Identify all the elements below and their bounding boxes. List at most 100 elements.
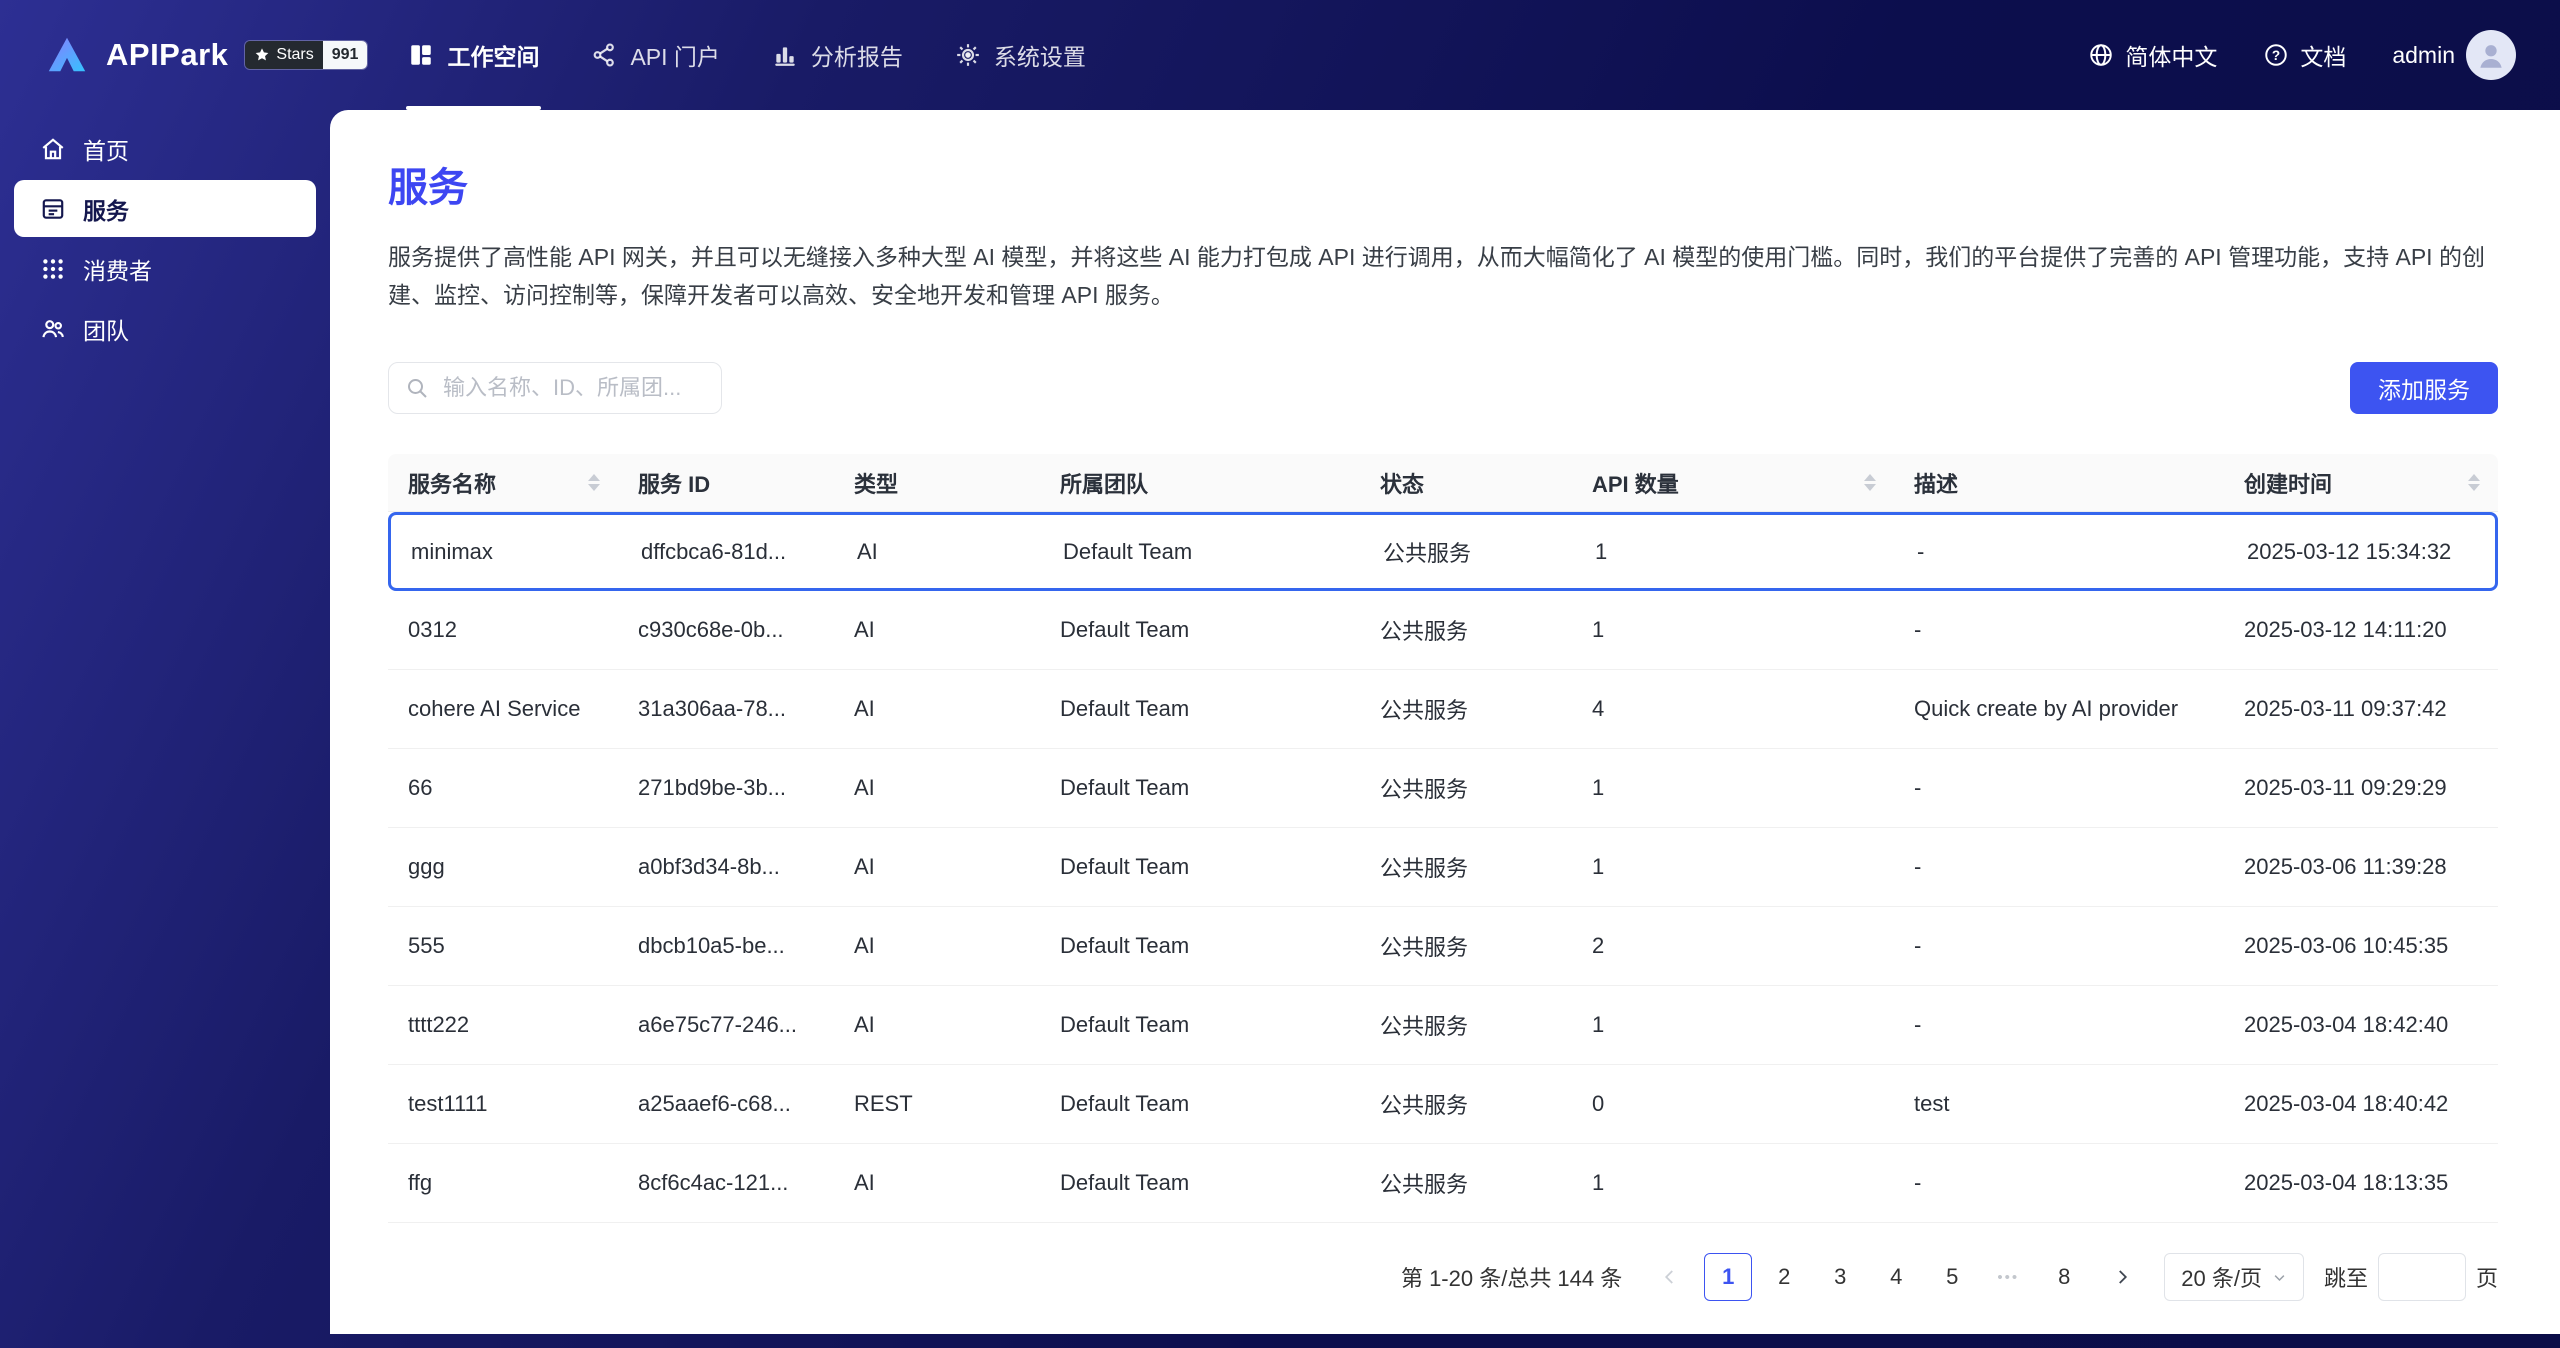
cell-service-id: a0bf3d34-8b...: [638, 854, 780, 879]
pagination-page[interactable]: 5: [1928, 1253, 1976, 1301]
sort-icon[interactable]: [1864, 474, 1876, 491]
sidebar-item-consumers[interactable]: 消费者: [14, 240, 316, 297]
column-header[interactable]: API 数量: [1572, 454, 1894, 511]
analytics-icon: [772, 42, 798, 68]
column-header[interactable]: 创建时间: [2224, 454, 2498, 511]
cell-type: REST: [854, 1091, 913, 1116]
nav-tab-workspace[interactable]: 工作空间: [382, 0, 565, 110]
cell-api-count: 1: [1592, 1012, 1605, 1037]
cell-team: Default Team: [1063, 538, 1193, 564]
sidebar-item-services[interactable]: 服务: [14, 180, 316, 237]
nav-tab-analytics[interactable]: 分析报告: [746, 0, 929, 110]
cell-description: Quick create by AI provider: [1914, 696, 2179, 721]
cell-created-time: 2025-03-04 18:42:40: [2244, 1012, 2449, 1037]
cell-description: -: [1914, 775, 1922, 800]
cell-api-count: 1: [1592, 617, 1605, 642]
cell-type: AI: [854, 854, 875, 879]
brand: APIPark Stars 991: [44, 32, 369, 78]
table-row[interactable]: 555 dbcb10a5-be... AI Default Team 公共服务 …: [388, 907, 2498, 986]
chevron-down-icon: [2272, 1270, 2287, 1285]
cell-type: AI: [854, 1170, 875, 1195]
main-panel: 服务 服务提供了高性能 API 网关，并且可以无缝接入多种大型 AI 模型，并将…: [330, 110, 2560, 1334]
column-header: 描述: [1894, 454, 2224, 511]
docs-link[interactable]: ? 文档: [2263, 38, 2346, 72]
stars-label: Stars: [276, 46, 314, 63]
column-header: 状态: [1360, 454, 1572, 511]
cell-service-name: minimax: [411, 538, 493, 564]
cell-team: Default Team: [1060, 775, 1190, 800]
cell-service-name: 0312: [408, 617, 457, 642]
column-label: 服务名称: [408, 471, 497, 497]
pagination-page[interactable]: 4: [1872, 1253, 1920, 1301]
cell-team: Default Team: [1060, 617, 1190, 642]
cell-description: -: [1914, 933, 1922, 958]
table-row[interactable]: tttt222 a6e75c77-246... AI Default Team …: [388, 986, 2498, 1065]
search-input[interactable]: [388, 362, 722, 414]
jump-suffix-label: 页: [2475, 1266, 2498, 1291]
svg-text:?: ?: [2272, 48, 2280, 63]
cell-team: Default Team: [1060, 854, 1190, 879]
table-row[interactable]: cohere AI Service 31a306aa-78... AI Defa…: [388, 670, 2498, 749]
sidebar-item-label: 消费者: [83, 257, 152, 284]
table-body: minimax dffcbca6-81d... AI Default Team …: [388, 512, 2498, 1223]
cell-service-id: a25aaef6-c68...: [638, 1091, 791, 1116]
services-table: 服务名称 服务 ID 类型 所属团队 状态 API 数量 描述 创建时间 minimax df…: [388, 454, 2498, 1223]
pagination-page[interactable]: 2: [1760, 1253, 1808, 1301]
nav-tab-settings[interactable]: 系统设置: [929, 0, 1112, 110]
github-stars-badge[interactable]: Stars 991: [244, 40, 369, 70]
table-row[interactable]: ffg 8cf6c4ac-121... AI Default Team 公共服务…: [388, 1144, 2498, 1223]
column-header: 类型: [834, 454, 1040, 511]
pagination-next-button[interactable]: [2098, 1253, 2146, 1301]
cell-created-time: 2025-03-06 11:39:28: [2244, 854, 2447, 879]
avatar: [2466, 30, 2516, 80]
cell-created-time: 2025-03-04 18:40:42: [2244, 1091, 2449, 1116]
table-header-row: 服务名称 服务 ID 类型 所属团队 状态 API 数量 描述 创建时间: [388, 454, 2498, 512]
column-label: 创建时间: [2244, 471, 2333, 497]
services-icon: [40, 196, 66, 222]
cell-team: Default Team: [1060, 1091, 1190, 1116]
cell-api-count: 2: [1592, 933, 1605, 958]
cell-api-count: 1: [1592, 1170, 1605, 1195]
nav-tab-label: 工作空间: [447, 44, 540, 70]
cell-created-time: 2025-03-11 09:37:42: [2244, 696, 2447, 721]
sidebar-item-teams[interactable]: 团队: [14, 300, 316, 357]
column-header: 所属团队: [1040, 454, 1360, 511]
cell-status: 公共服务: [1380, 777, 1469, 802]
cell-description: -: [1914, 617, 1922, 642]
user-menu[interactable]: admin: [2392, 30, 2516, 80]
sort-icon[interactable]: [588, 474, 600, 491]
nav-tab-api-portal[interactable]: API 门户: [565, 0, 745, 110]
table-row[interactable]: 0312 c930c68e-0b... AI Default Team 公共服务…: [388, 591, 2498, 670]
pagination-prev-button[interactable]: [1646, 1253, 1694, 1301]
page-description: 服务提供了高性能 API 网关，并且可以无缝接入多种大型 AI 模型，并将这些 …: [388, 244, 2485, 308]
cell-service-id: 31a306aa-78...: [638, 696, 787, 721]
top-navigation: 工作空间 API 门户 分析报告 系统设置: [382, 0, 1111, 110]
table-row[interactable]: minimax dffcbca6-81d... AI Default Team …: [388, 512, 2498, 591]
table-row[interactable]: test1111 a25aaef6-c68... REST Default Te…: [388, 1065, 2498, 1144]
pagination-page[interactable]: 1: [1704, 1253, 1753, 1301]
add-service-button[interactable]: 添加服务: [2350, 362, 2498, 414]
pagination-page[interactable]: 3: [1816, 1253, 1864, 1301]
language-switcher[interactable]: 简体中文: [2088, 38, 2217, 72]
cell-service-name: tttt222: [408, 1012, 470, 1037]
sidebar-item-label: 团队: [83, 317, 129, 344]
cell-service-name: 555: [408, 933, 445, 958]
page-title: 服务: [388, 166, 468, 210]
pagination-page[interactable]: 8: [2040, 1253, 2088, 1301]
apipark-logo-icon: [44, 32, 90, 78]
sidebar-item-label: 首页: [83, 137, 129, 164]
column-header[interactable]: 服务名称: [388, 454, 618, 511]
sidebar-item-home[interactable]: 首页: [14, 120, 316, 177]
teams-icon: [40, 316, 66, 342]
jump-page-input[interactable]: [2377, 1253, 2466, 1301]
page-size-select[interactable]: 20 条/页: [2164, 1253, 2304, 1301]
cell-description: -: [1914, 854, 1922, 879]
sort-icon[interactable]: [2468, 474, 2480, 491]
cell-type: AI: [857, 538, 878, 564]
table-row[interactable]: 66 271bd9be-3b... AI Default Team 公共服务 1…: [388, 749, 2498, 828]
cell-type: AI: [854, 1012, 875, 1037]
pagination-summary: 第 1-20 条/总共 144 条: [1400, 1266, 1623, 1291]
table-row[interactable]: ggg a0bf3d34-8b... AI Default Team 公共服务 …: [388, 828, 2498, 907]
stars-count: 991: [322, 41, 368, 69]
sidebar: 首页 服务 消费者 团队: [0, 110, 330, 1348]
